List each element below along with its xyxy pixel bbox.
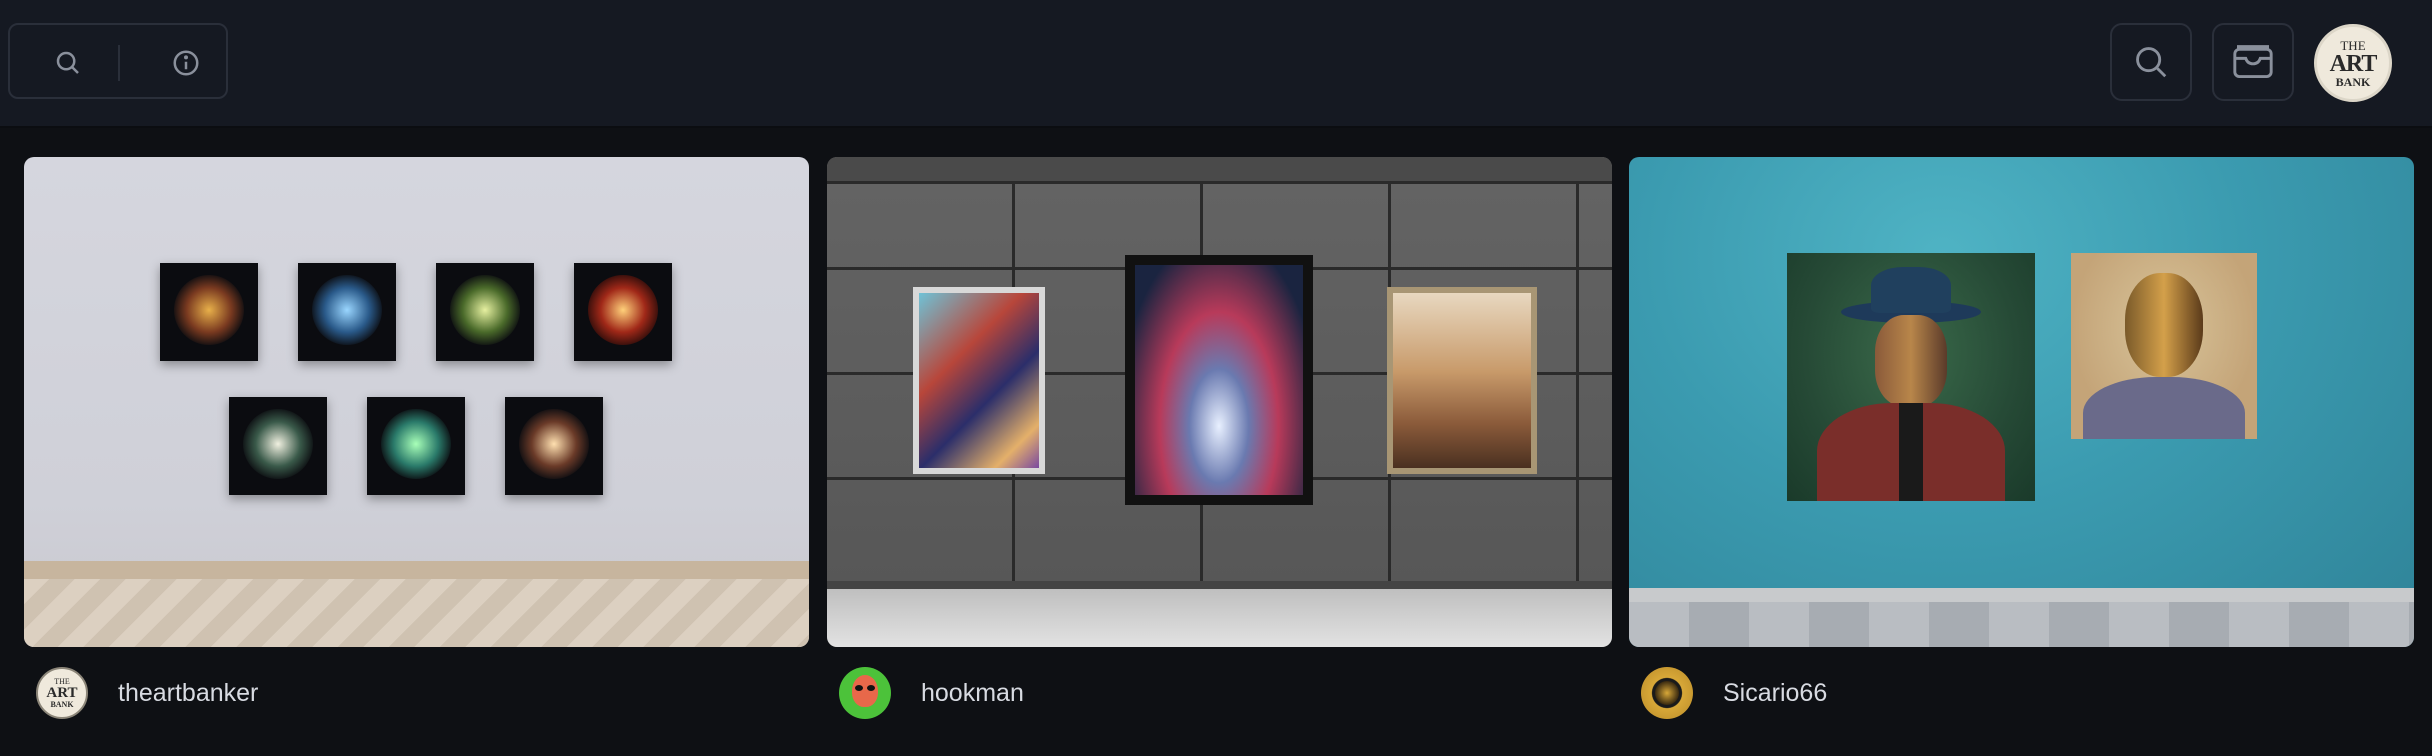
alien-avatar-icon <box>852 675 878 707</box>
owner-name[interactable]: Sicario66 <box>1723 679 1827 708</box>
toolbar-divider <box>118 45 120 81</box>
floor <box>1629 602 2414 647</box>
gallery-owner[interactable]: THE ART BANK theartbanker <box>36 665 258 721</box>
artwork <box>298 263 396 361</box>
artwork <box>1125 255 1313 505</box>
search-icon <box>2136 47 2167 78</box>
gallery-card[interactable]: THE ART BANK theartbanker <box>24 157 809 719</box>
gold-emblem-icon <box>1655 681 1679 705</box>
artwork <box>367 397 465 495</box>
artwork <box>913 287 1045 474</box>
gallery-card[interactable]: hookman <box>827 157 1612 719</box>
gallery-owner[interactable]: Sicario66 <box>1641 665 1827 721</box>
skirting-board <box>24 561 809 579</box>
left-toolbar <box>8 23 228 99</box>
wallet-icon <box>2233 45 2273 78</box>
gallery-preview-image[interactable] <box>24 157 809 647</box>
gallery-preview-image[interactable] <box>1629 157 2414 647</box>
owner-avatar: THE ART BANK <box>36 667 88 719</box>
avatar-logo-text-art: ART <box>2329 50 2378 77</box>
artwork <box>505 397 603 495</box>
avatar-logo-text-the: THE <box>2340 37 2366 53</box>
floor <box>24 579 809 647</box>
owner-avatar <box>839 667 891 719</box>
avatar-logo-text-art: ART <box>46 684 78 701</box>
gallery-preview-image[interactable] <box>827 157 1612 647</box>
owner-avatar <box>1641 667 1693 719</box>
artwork <box>1387 287 1537 474</box>
avatar-logo-text-bank: BANK <box>50 699 74 709</box>
artwork <box>229 397 327 495</box>
search-icon[interactable] <box>46 41 90 85</box>
avatar-logo-text-bank: BANK <box>2335 74 2371 89</box>
floor <box>827 581 1612 647</box>
user-avatar[interactable]: THE ART BANK <box>2314 24 2392 102</box>
artwork <box>574 263 672 361</box>
owner-name[interactable]: hookman <box>921 679 1024 708</box>
artwork <box>436 263 534 361</box>
artwork <box>2071 253 2257 439</box>
owner-name[interactable]: theartbanker <box>118 679 258 708</box>
wall-band <box>827 157 1612 184</box>
artwork <box>1787 253 2035 501</box>
info-icon[interactable] <box>164 41 208 85</box>
gallery-owner[interactable]: hookman <box>839 665 1024 721</box>
search-button[interactable] <box>2110 23 2192 101</box>
top-bar: THE ART BANK <box>0 0 2432 128</box>
gallery-card[interactable]: Sicario66 <box>1629 157 2414 719</box>
artwork <box>160 263 258 361</box>
wallet-button[interactable] <box>2212 23 2294 101</box>
skirting-board <box>1629 588 2414 602</box>
